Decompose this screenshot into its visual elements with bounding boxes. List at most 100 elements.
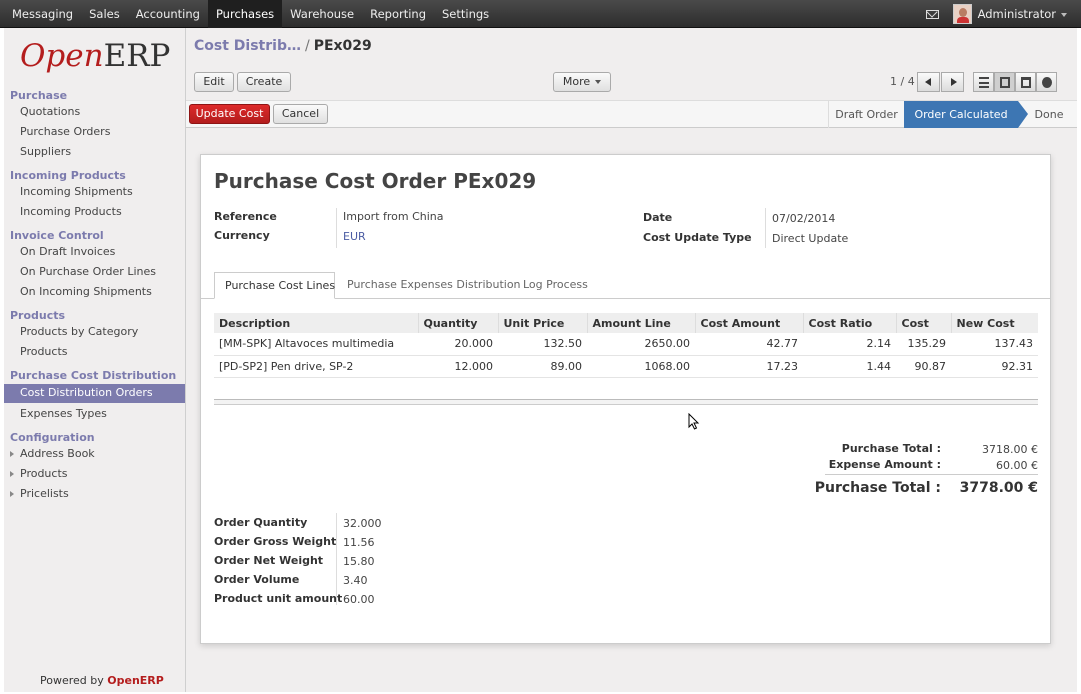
unit-amount-value: 60.00 (343, 593, 375, 606)
more-dropdown[interactable]: More (553, 72, 611, 92)
expand-arrow-icon[interactable] (10, 491, 14, 497)
tab-log-process[interactable]: Log Process (513, 272, 598, 299)
section-products: Products (10, 309, 66, 322)
user-name: Administrator (977, 7, 1056, 21)
expand-arrow-icon[interactable] (10, 451, 14, 457)
form-title: Purchase Cost Order PEx029 (214, 169, 536, 193)
table-footer (214, 399, 1038, 405)
calendar-icon (1021, 77, 1031, 88)
sidebar-item-suppliers[interactable]: Suppliers (20, 145, 71, 158)
sidebar-item-purchase-orders[interactable]: Purchase Orders (20, 125, 110, 138)
menu-warehouse[interactable]: Warehouse (282, 0, 362, 28)
cell-new-cost: 137.43 (951, 333, 1038, 356)
purchase-total-label: Purchase Total : (841, 442, 941, 455)
sidebar-item-on-draft-invoices[interactable]: On Draft Invoices (20, 245, 115, 258)
graph-view-button[interactable] (1036, 72, 1057, 92)
logo-open: Open (20, 38, 104, 74)
sidebar-item-products-by-category[interactable]: Products by Category (20, 325, 138, 338)
expand-arrow-icon[interactable] (10, 471, 14, 477)
sidebar-item-quotations[interactable]: Quotations (20, 105, 80, 118)
section-purchase: Purchase (10, 89, 68, 102)
pager-previous-button[interactable] (917, 72, 940, 92)
grand-total-value: 3778.00 € (959, 480, 1038, 496)
column-header-amount-line[interactable]: Amount Line (587, 313, 696, 333)
gross-weight-label: Order Gross Weight (214, 535, 337, 548)
menu-sales[interactable]: Sales (81, 0, 128, 28)
menu-accounting[interactable]: Accounting (128, 0, 208, 28)
table-row[interactable]: [PD-SP2] Pen drive, SP-2 12.000 89.00 10… (214, 355, 1038, 378)
cell-unit-price: 89.00 (498, 355, 587, 378)
sidebar-item-address-book[interactable]: Address Book (10, 447, 95, 460)
cell-description: [PD-SP2] Pen drive, SP-2 (214, 355, 418, 378)
stage-order-calculated[interactable]: Order Calculated (904, 101, 1028, 128)
user-area: Administrator (925, 0, 1081, 28)
mail-icon[interactable] (925, 9, 939, 19)
avatar[interactable] (952, 4, 972, 24)
logo-erp: ERP (103, 38, 171, 74)
reference-label: Reference (214, 210, 277, 223)
sidebar-item-config-products[interactable]: Products (10, 467, 68, 480)
tab-purchase-cost-lines[interactable]: Purchase Cost Lines (214, 272, 335, 299)
field-divider (765, 208, 766, 248)
user-menu[interactable]: Administrator (978, 7, 1067, 21)
stage-done[interactable]: Done (1024, 101, 1074, 128)
menu-purchases[interactable]: Purchases (207, 0, 283, 28)
column-header-unit-price[interactable]: Unit Price (498, 313, 588, 333)
cost-update-type-label: Cost Update Type (643, 231, 752, 244)
cell-new-cost: 92.31 (951, 355, 1038, 378)
sidebar-item-incoming-shipments[interactable]: Incoming Shipments (20, 185, 133, 198)
cell-description: [MM-SPK] Altavoces multimedia (214, 333, 418, 356)
top-navbar: Messaging Sales Accounting Purchases War… (0, 0, 1081, 28)
edit-button[interactable]: Edit (194, 72, 234, 92)
section-configuration: Configuration (10, 431, 95, 444)
openerp-logo[interactable]: OpenERP (20, 38, 170, 78)
tab-purchase-expenses-distribution[interactable]: Purchase Expenses Distribution (337, 272, 531, 299)
update-cost-button[interactable]: Update Cost (189, 104, 270, 124)
column-header-new-cost[interactable]: New Cost (951, 313, 1038, 333)
column-header-cost[interactable]: Cost (896, 313, 952, 333)
table-header-row: Description Quantity Unit Price Amount L… (214, 313, 1038, 333)
pager-counter: 1 / 4 (890, 75, 915, 88)
grand-total-label: Purchase Total : (814, 480, 941, 496)
list-view-button[interactable] (973, 72, 994, 92)
sidebar-item-on-po-lines[interactable]: On Purchase Order Lines (20, 265, 156, 278)
column-header-cost-amount[interactable]: Cost Amount (695, 313, 804, 333)
table-row[interactable]: [MM-SPK] Altavoces multimedia 20.000 132… (214, 333, 1038, 356)
create-button[interactable]: Create (237, 72, 291, 92)
column-header-cost-ratio[interactable]: Cost Ratio (803, 313, 897, 333)
menu-messaging[interactable]: Messaging (4, 0, 81, 28)
cell-cost-ratio: 1.44 (803, 355, 896, 378)
net-weight-label: Order Net Weight (214, 554, 324, 567)
cell-cost: 135.29 (896, 333, 951, 356)
breadcrumb-parent-link[interactable]: Cost Distrib… (194, 38, 301, 54)
cell-quantity: 20.000 (418, 333, 498, 356)
arrow-left-icon (925, 78, 931, 86)
calendar-view-button[interactable] (1015, 72, 1036, 92)
powered-by: Powered by OpenERP (40, 674, 164, 687)
menu-settings[interactable]: Settings (434, 0, 497, 28)
form-view-button[interactable] (994, 72, 1015, 92)
form-sheet: Purchase Cost Order PEx029 Reference Imp… (200, 154, 1051, 644)
sidebar-item-label: Address Book (20, 447, 95, 460)
section-incoming-products: Incoming Products (10, 169, 126, 182)
stage-draft-order[interactable]: Draft Order (828, 101, 904, 128)
sidebar-item-label: Products (20, 467, 68, 480)
totals-divider (825, 474, 1038, 475)
menu-reporting[interactable]: Reporting (362, 0, 434, 28)
sidebar-item-products[interactable]: Products (20, 345, 68, 358)
sidebar-item-cost-distribution-orders[interactable]: Cost Distribution Orders (4, 384, 185, 403)
currency-label: Currency (214, 229, 270, 242)
cell-amount-line: 2650.00 (587, 333, 695, 356)
currency-link[interactable]: EUR (343, 230, 366, 243)
sidebar-item-incoming-products[interactable]: Incoming Products (20, 205, 122, 218)
column-header-quantity[interactable]: Quantity (418, 313, 499, 333)
pager-next-button[interactable] (941, 72, 964, 92)
cancel-button[interactable]: Cancel (273, 104, 328, 124)
sidebar-item-pricelists[interactable]: Pricelists (10, 487, 69, 500)
column-header-description[interactable]: Description (214, 313, 419, 333)
sidebar-item-on-incoming-shipments[interactable]: On Incoming Shipments (20, 285, 152, 298)
powered-brand-link[interactable]: OpenERP (107, 674, 164, 687)
sidebar-item-expenses-types[interactable]: Expenses Types (20, 407, 107, 420)
unit-amount-label: Product unit amount (214, 592, 343, 605)
cost-update-type-value: Direct Update (772, 232, 849, 245)
